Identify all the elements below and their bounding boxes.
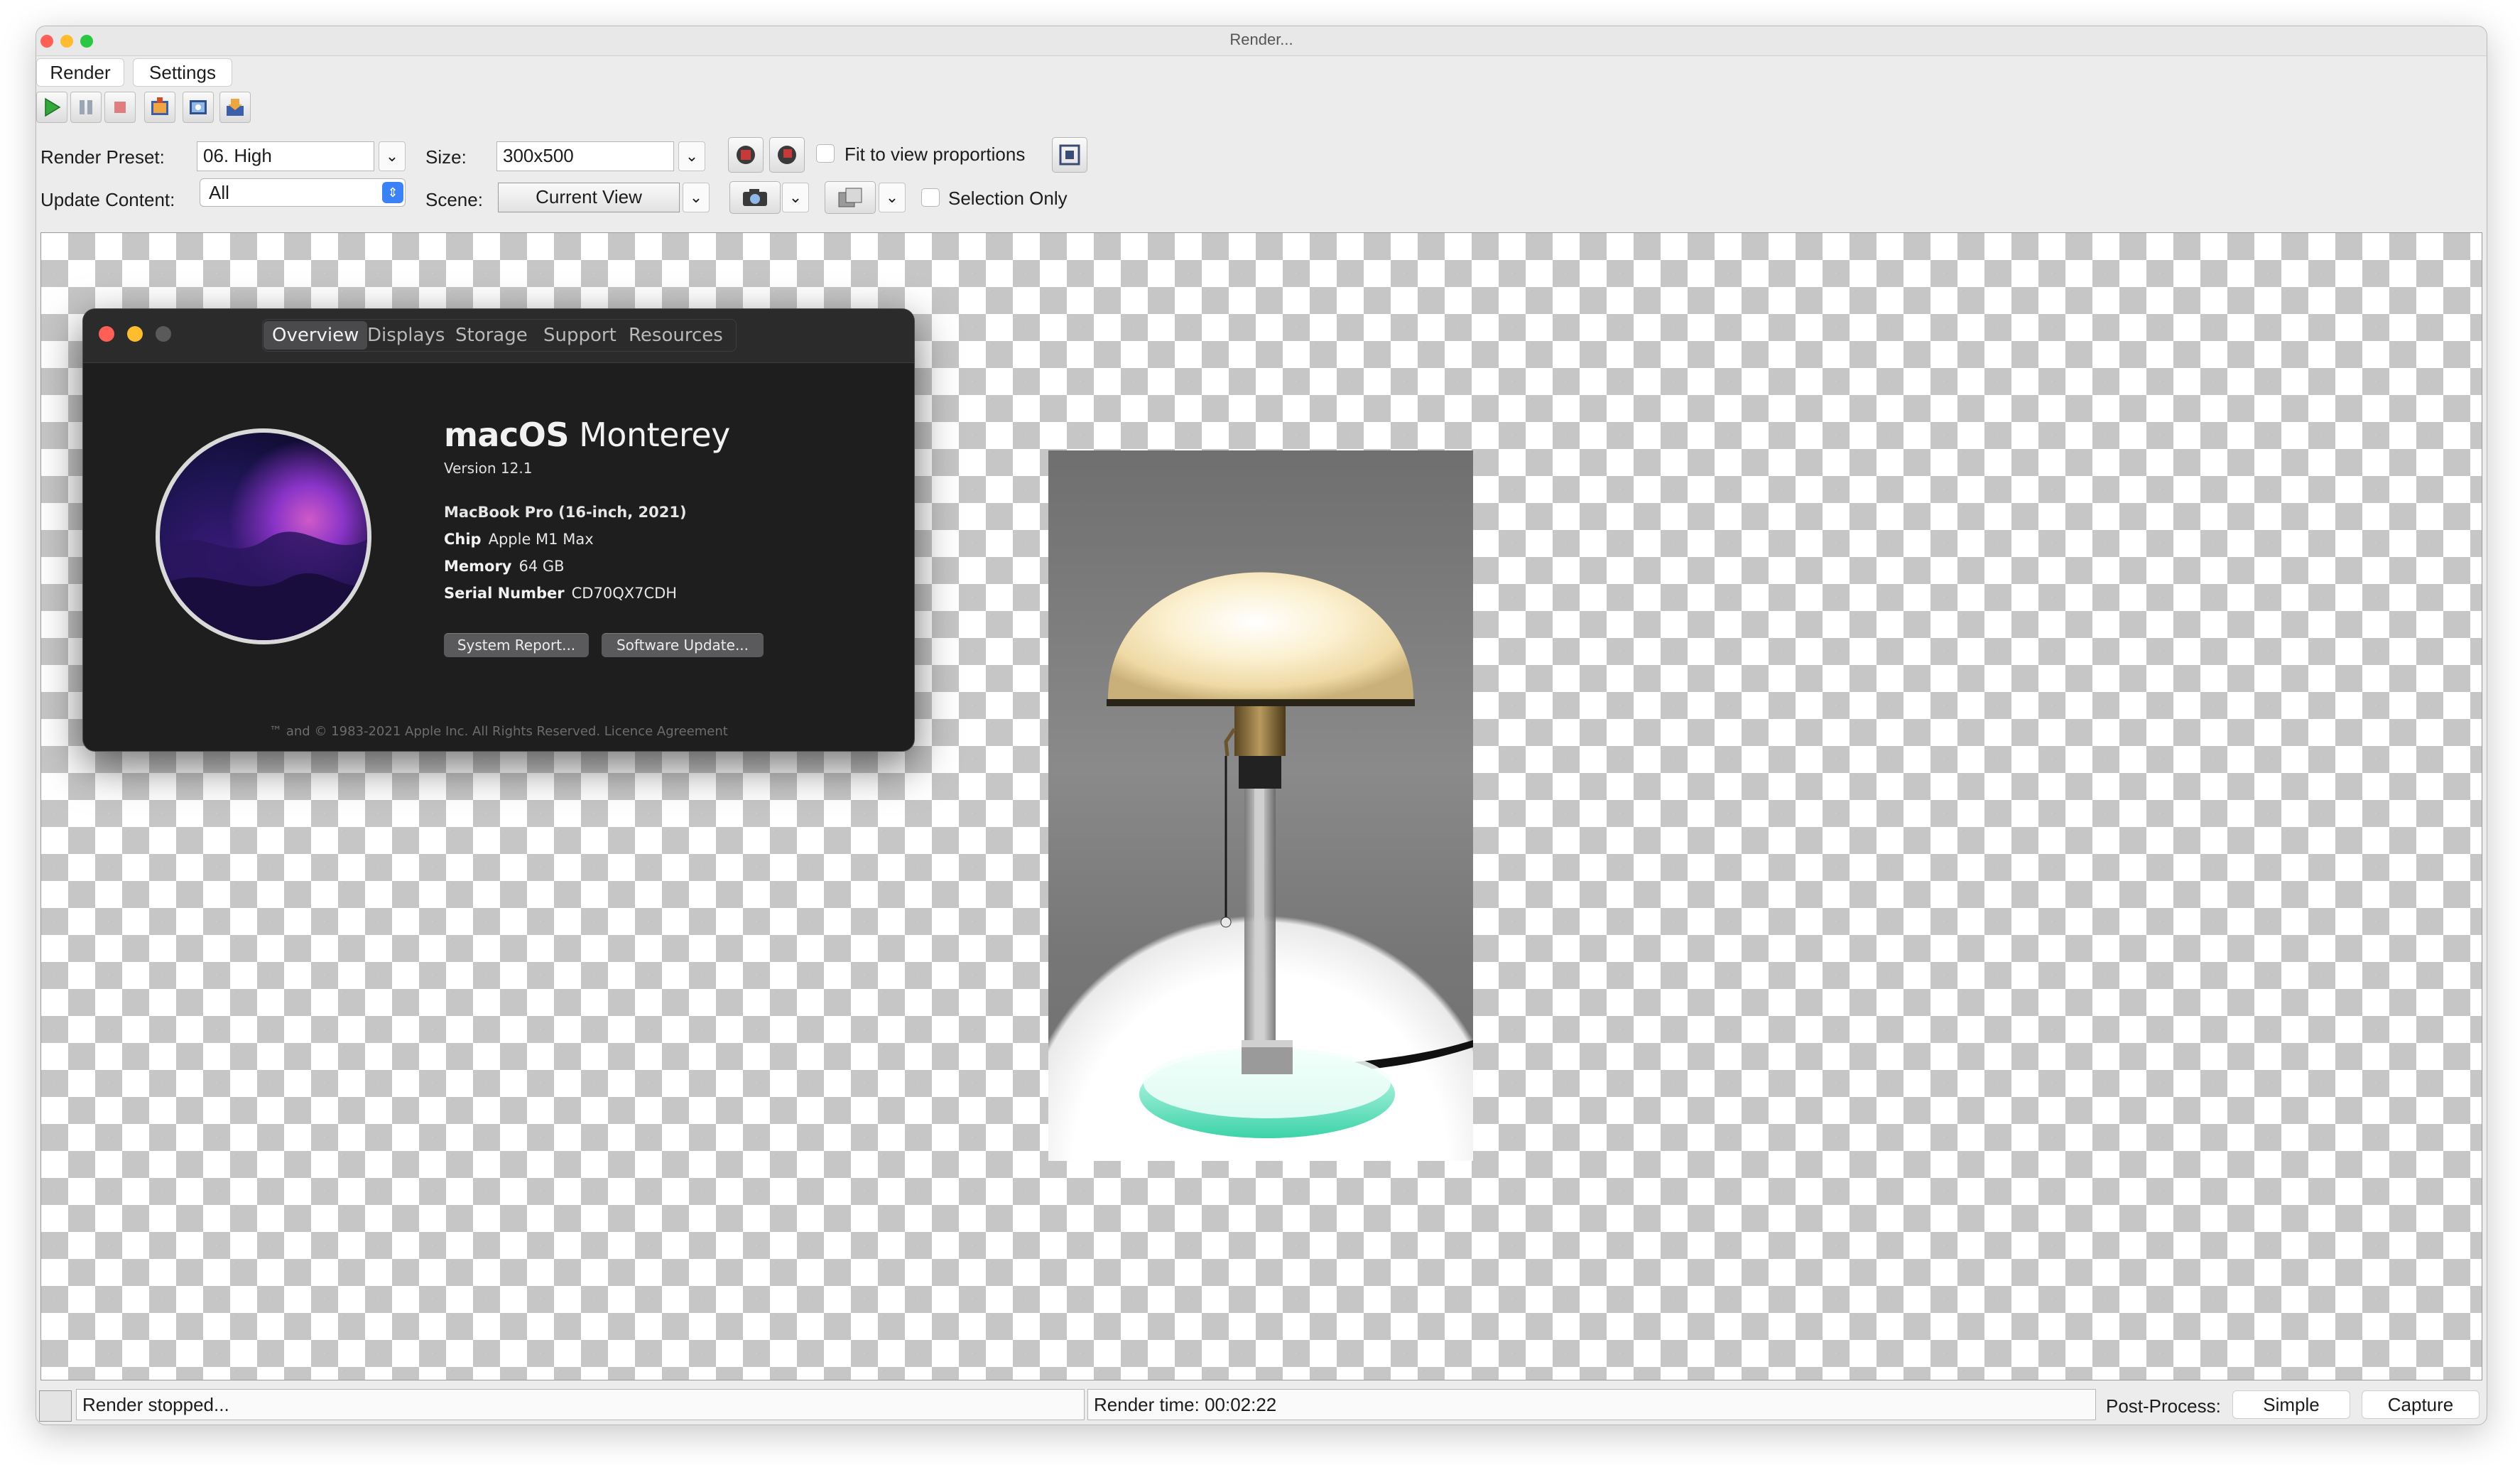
- render-region-button[interactable]: [769, 137, 805, 173]
- serial-row: Serial Number CD70QX7CDH: [444, 585, 678, 602]
- chevron-down-icon: ⌄: [689, 188, 703, 206]
- about-tab-storage[interactable]: Storage: [447, 321, 536, 350]
- about-zoom-button[interactable]: [156, 326, 171, 342]
- memory-row: Memory 64 GB: [444, 558, 565, 575]
- chevron-down-icon: ⌄: [685, 147, 699, 165]
- status-indicator: [39, 1390, 72, 1422]
- os-name-release: Monterey: [579, 416, 730, 454]
- tab-render[interactable]: Render: [36, 58, 124, 87]
- stop-icon: [114, 102, 126, 113]
- open-image-button[interactable]: [183, 92, 214, 123]
- about-close-button[interactable]: [99, 326, 114, 342]
- os-version: Version 12.1: [444, 460, 533, 477]
- render-region-icon: [778, 146, 796, 164]
- play-button[interactable]: [36, 92, 67, 123]
- camera-dropdown[interactable]: ⌄: [782, 183, 809, 212]
- scene-label: Scene:: [425, 189, 483, 210]
- save-image-icon: [227, 99, 244, 116]
- simple-button[interactable]: Simple: [2232, 1390, 2350, 1419]
- update-content-value: All: [209, 182, 229, 203]
- stop-button[interactable]: [104, 92, 136, 123]
- layers-dropdown[interactable]: ⌄: [879, 183, 906, 212]
- render-to-file-button[interactable]: [144, 92, 175, 123]
- chevron-down-icon: ⌄: [385, 147, 399, 165]
- stepper-arrows-icon: ⇕: [382, 182, 403, 203]
- fit-to-view-checkbox[interactable]: [816, 144, 835, 163]
- model-name: MacBook Pro (16-inch, 2021): [444, 504, 687, 521]
- status-message: Render stopped...: [76, 1389, 1085, 1420]
- lamp-render: [1107, 572, 1473, 1138]
- scene-field[interactable]: Current View: [498, 183, 680, 212]
- selection-only-checkbox[interactable]: [921, 188, 940, 207]
- software-update-button[interactable]: Software Update...: [602, 633, 764, 657]
- about-tab-displays[interactable]: Displays: [359, 321, 453, 350]
- layers-icon: [838, 188, 862, 207]
- fit-to-view-label: Fit to view proportions: [844, 144, 1026, 165]
- play-icon: [45, 97, 61, 117]
- camera-icon: [743, 189, 767, 206]
- about-minimize-button[interactable]: [127, 326, 143, 342]
- pause-icon: [80, 100, 92, 114]
- size-label: Size:: [425, 146, 467, 168]
- render-preset-field[interactable]: 06. High: [197, 141, 374, 171]
- post-process-label: Post-Process:: [2106, 1395, 2221, 1417]
- lock-aspect-icon: [737, 146, 755, 164]
- chip-row: Chip Apple M1 Max: [444, 531, 594, 548]
- os-name: macOS Monterey: [444, 416, 730, 454]
- fit-to-window-icon: [1059, 144, 1080, 166]
- scene-dropdown[interactable]: ⌄: [683, 183, 710, 212]
- render-preset-label: Render Preset:: [40, 146, 165, 168]
- system-report-button[interactable]: System Report...: [444, 633, 589, 657]
- copyright-footer: ™ and © 1983-2021 Apple Inc. All Rights …: [269, 724, 728, 739]
- about-this-mac-window: Overview Displays Storage Support Resour…: [82, 308, 915, 752]
- render-to-file-icon: [151, 97, 168, 115]
- about-tab-support[interactable]: Support: [535, 321, 625, 350]
- size-dropdown[interactable]: ⌄: [678, 141, 705, 171]
- render-window: Render... Render Settings Render Preset:…: [36, 26, 2487, 1425]
- about-tab-overview[interactable]: Overview: [264, 321, 368, 350]
- render-canvas[interactable]: Overview Displays Storage Support Resour…: [40, 232, 2482, 1380]
- lock-aspect-button[interactable]: [728, 137, 764, 173]
- save-image-button[interactable]: [219, 92, 251, 123]
- capture-button[interactable]: Capture: [2362, 1390, 2480, 1419]
- render-time: Render time: 00:02:22: [1087, 1389, 2096, 1420]
- size-field[interactable]: 300x500: [496, 141, 674, 171]
- tab-settings[interactable]: Settings: [133, 58, 232, 87]
- macos-logo-icon: [156, 428, 371, 644]
- title-bar: Render...: [36, 26, 2487, 56]
- pause-button[interactable]: [70, 92, 102, 123]
- os-name-bold: macOS: [444, 416, 569, 454]
- render-preset-dropdown[interactable]: ⌄: [379, 141, 406, 171]
- camera-button[interactable]: [729, 181, 781, 214]
- about-title-bar: Overview Displays Storage Support Resour…: [83, 309, 914, 363]
- update-content-select[interactable]: All ⇕: [200, 178, 406, 207]
- rendered-image: [1048, 450, 1473, 1161]
- about-tab-resources[interactable]: Resources: [620, 321, 732, 350]
- layers-button[interactable]: [825, 181, 876, 214]
- selection-only-label: Selection Only: [948, 188, 1068, 209]
- chevron-down-icon: ⌄: [788, 188, 803, 206]
- fit-to-window-button[interactable]: [1052, 137, 1087, 173]
- open-image-icon: [190, 100, 207, 114]
- update-content-label: Update Content:: [40, 189, 175, 210]
- chevron-down-icon: ⌄: [885, 188, 899, 206]
- window-title: Render...: [1229, 31, 1293, 48]
